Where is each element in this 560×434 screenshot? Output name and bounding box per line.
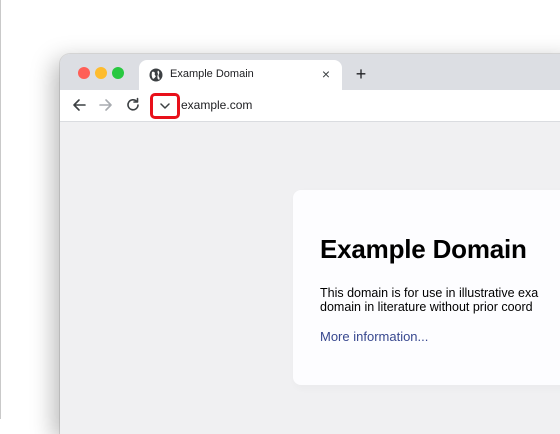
forward-button[interactable] xyxy=(97,96,115,114)
chevron-down-icon xyxy=(160,103,170,109)
site-info-button[interactable] xyxy=(150,93,180,119)
close-window-button[interactable] xyxy=(78,67,90,79)
arrow-right-icon xyxy=(99,99,112,111)
tab-example-domain[interactable]: Example Domain × xyxy=(139,60,342,90)
page-paragraph: This domain is for use in illustrative e… xyxy=(320,286,560,314)
arrow-left-icon xyxy=(73,99,86,111)
browser-window: Example Domain × + example.com Example D… xyxy=(60,54,560,434)
tab-close-button[interactable]: × xyxy=(318,66,334,82)
page-viewport: Example Domain This domain is for use in… xyxy=(60,122,560,434)
content-card: Example Domain This domain is for use in… xyxy=(293,190,560,385)
browser-toolbar: example.com xyxy=(60,90,560,122)
more-information-link[interactable]: More information... xyxy=(320,329,428,344)
back-button[interactable] xyxy=(70,96,88,114)
paragraph-line-1: This domain is for use in illustrative e… xyxy=(320,286,539,300)
background-window-edge xyxy=(0,0,1,419)
tab-title: Example Domain xyxy=(170,68,254,80)
maximize-window-button[interactable] xyxy=(112,67,124,79)
reload-button[interactable] xyxy=(124,96,142,114)
page-heading: Example Domain xyxy=(320,234,527,264)
reload-icon xyxy=(127,97,139,111)
paragraph-line-2: domain in literature without prior coord xyxy=(320,300,533,314)
tab-strip: Example Domain × + xyxy=(60,54,560,90)
globe-icon xyxy=(149,68,163,82)
address-bar-url[interactable]: example.com xyxy=(181,98,252,112)
new-tab-button[interactable]: + xyxy=(352,65,370,83)
minimize-window-button[interactable] xyxy=(95,67,107,79)
